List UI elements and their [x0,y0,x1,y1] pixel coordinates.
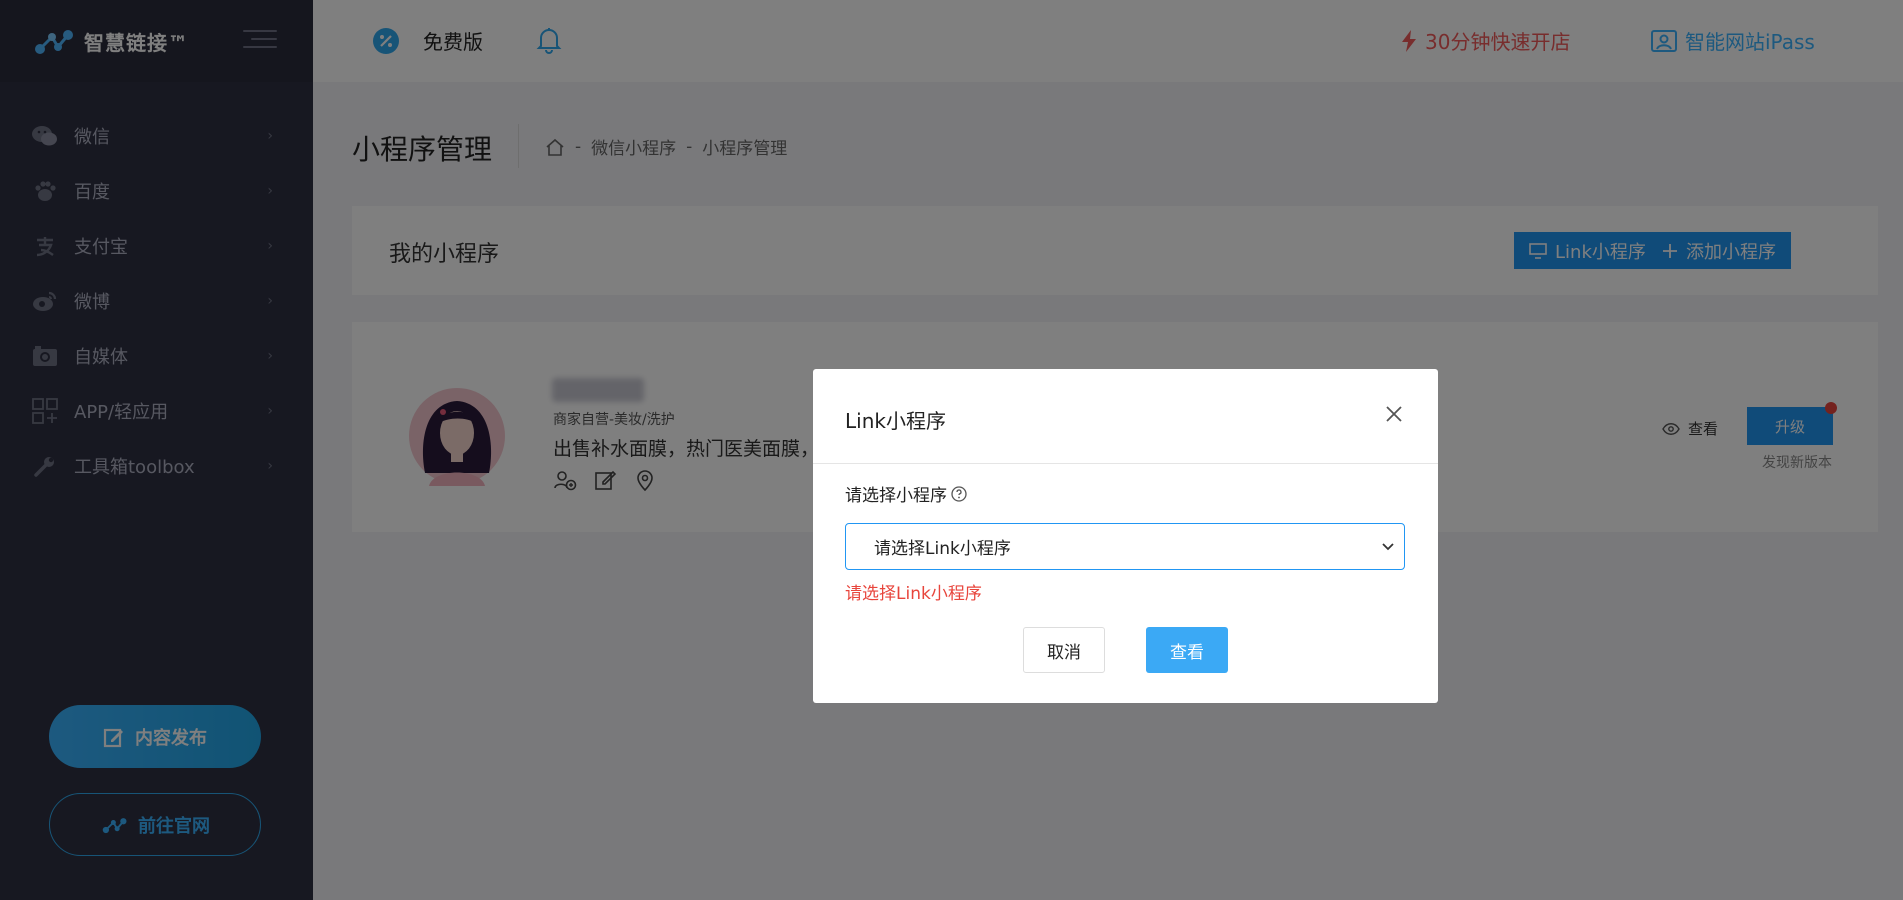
help-icon[interactable] [950,485,968,503]
validation-error: 请选择Link小程序 [845,584,982,604]
dialog-title: Link小程序 [845,409,946,433]
confirm-view-button[interactable]: 查看 [1146,627,1228,673]
dialog-divider [813,463,1438,464]
field-label: 请选择小程序 [845,481,968,506]
cancel-button[interactable]: 取消 [1023,627,1105,673]
link-miniprogram-dialog: Link小程序 请选择小程序 请选择Link小程序 请选择Link小程序 取消 … [813,369,1438,703]
field-label-text: 请选择小程序 [845,486,947,506]
close-icon[interactable] [1383,403,1405,425]
miniprogram-select[interactable]: 请选择Link小程序 [845,523,1405,570]
select-value: 请选择Link小程序 [874,539,1011,559]
chevron-down-icon [1382,542,1394,550]
